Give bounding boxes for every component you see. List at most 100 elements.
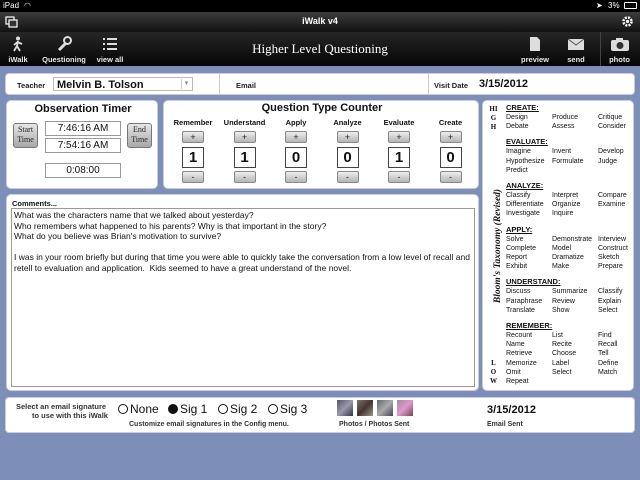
start-time-value: 7:46:16 AM xyxy=(45,121,121,136)
questioning-button[interactable]: Questioning xyxy=(40,32,88,66)
signature-radio-none[interactable]: None xyxy=(118,402,159,416)
bloom-verb: Organize xyxy=(552,201,581,209)
radio-label: Sig 1 xyxy=(180,402,208,416)
bloom-verb: Define xyxy=(598,359,619,367)
list-icon xyxy=(103,38,117,50)
bloom-verb: Classify xyxy=(598,288,623,296)
signature-radio-sig-1[interactable]: Sig 1 xyxy=(168,402,207,416)
bloom-heading: UNDERSTAND: xyxy=(506,277,561,287)
bloom-verb: Prepare xyxy=(598,263,623,271)
bloom-verb: Consider xyxy=(598,123,627,131)
bloom-verb: Repeat xyxy=(506,378,529,385)
bloom-verb: Produce xyxy=(552,114,579,121)
bloom-verb: Examine xyxy=(598,201,626,209)
bloom-verb: Formulate xyxy=(552,157,584,165)
bloom-verb: Exhibit xyxy=(506,263,528,271)
increment-create-button[interactable]: + xyxy=(439,131,462,143)
header-panel: Teacher Melvin B. Tolson ▾ Email Visit D… xyxy=(5,73,635,95)
count-evaluate: 1 xyxy=(388,147,410,168)
decrement-apply-button[interactable]: - xyxy=(285,171,307,183)
bloom-verb: Label xyxy=(552,359,570,367)
bloom-verb: Demonstrate xyxy=(552,235,593,243)
view-all-button[interactable]: view all xyxy=(94,32,126,66)
timer-title: Observation Timer xyxy=(34,103,132,115)
decrement-analyze-button[interactable]: - xyxy=(336,171,359,183)
comments-label: Comments... xyxy=(12,199,58,208)
elapsed-time-value: 0:08:00 xyxy=(45,163,121,178)
gear-icon[interactable] xyxy=(621,15,634,28)
bloom-verb: Select xyxy=(552,368,572,376)
decrement-evaluate-button[interactable]: - xyxy=(388,171,410,183)
bloom-heading: CREATE: xyxy=(506,103,539,112)
photos-label: Photos / Photos Sent xyxy=(339,421,410,428)
end-time-value: 7:54:16 AM xyxy=(45,138,121,153)
bloom-verb: Make xyxy=(552,263,570,271)
bloom-verb: Report xyxy=(506,254,528,261)
radio-circle-icon xyxy=(168,404,178,414)
bloom-verb: Find xyxy=(598,332,612,339)
question-counter-panel: Question Type Counter Remember +1 - Underst… xyxy=(163,100,479,189)
preview-button[interactable]: preview xyxy=(519,32,551,66)
increment-understand-button[interactable]: + xyxy=(233,131,256,143)
end-time-button[interactable]: End Time xyxy=(127,123,152,148)
end-label-line1: End xyxy=(133,125,146,134)
teacher-select[interactable]: Melvin B. Tolson ▾ xyxy=(53,77,193,91)
bloom-verb: Complete xyxy=(506,244,536,252)
bloom-verb: Tell xyxy=(598,350,609,358)
bloom-verb: Choose xyxy=(552,350,577,358)
iwalk-label: iWalk xyxy=(8,55,28,64)
photo-button[interactable]: photo xyxy=(600,32,638,66)
photo-label: photo xyxy=(609,55,630,64)
comments-panel: Comments... What was the characters name… xyxy=(6,194,479,391)
bloom-verb: Debate xyxy=(506,123,529,131)
send-label: send xyxy=(567,55,585,64)
decrement-create-button[interactable]: - xyxy=(439,171,462,183)
envelope-icon xyxy=(567,38,585,50)
bloom-verb: Compare xyxy=(598,192,627,199)
photo-thumbnail[interactable] xyxy=(357,400,373,416)
decrement-remember-button[interactable]: - xyxy=(182,171,204,183)
photo-thumbnail[interactable] xyxy=(377,400,393,416)
bloom-verb: Name xyxy=(506,341,525,349)
send-button[interactable]: send xyxy=(560,32,592,66)
photo-thumbnail[interactable] xyxy=(337,400,353,416)
counter-label-understand: Understand xyxy=(223,118,266,127)
increment-analyze-button[interactable]: + xyxy=(336,131,359,143)
increment-evaluate-button[interactable]: + xyxy=(388,131,410,143)
counter-label-analyze: Analyze xyxy=(333,118,362,127)
photo-thumbnail[interactable] xyxy=(397,400,413,416)
bloom-vertical-title: Bloom's Taxonomy (Revised) xyxy=(493,188,503,304)
bloom-verb: Sketch xyxy=(598,254,620,261)
comments-textarea[interactable]: What was the characters name that we tal… xyxy=(11,208,475,387)
bloom-verb: Paraphrase xyxy=(506,297,543,305)
signature-radio-sig-3[interactable]: Sig 3 xyxy=(268,402,307,416)
bloom-verb: Discuss xyxy=(506,288,531,296)
count-create: 0 xyxy=(439,147,462,168)
footer-panel: Select an email signature to use with th… xyxy=(5,397,635,433)
config-note: Customize email signatures in the Config… xyxy=(129,421,289,428)
footer-date: 3/15/2012 xyxy=(487,404,536,416)
start-time-button[interactable]: Start Time xyxy=(13,123,38,148)
questioning-label: Questioning xyxy=(42,55,86,64)
bloom-verb: Translate xyxy=(506,306,535,314)
bloom-verb: Design xyxy=(506,114,528,121)
bloom-verb: Judge xyxy=(598,157,618,165)
page-title: Higher Level Questioning xyxy=(252,41,388,56)
bloom-verb: Memorize xyxy=(506,359,537,367)
low-label: LOW xyxy=(490,359,497,385)
bloom-verb: Recall xyxy=(598,341,618,349)
increment-apply-button[interactable]: + xyxy=(285,131,307,143)
start-label-line2: Time xyxy=(17,135,34,144)
increment-remember-button[interactable]: + xyxy=(182,131,204,143)
radio-label: None xyxy=(130,402,159,416)
counter-label-remember: Remember xyxy=(173,118,213,127)
bloom-verb: Interview xyxy=(598,235,627,243)
iwalk-button[interactable]: iWalk xyxy=(4,32,32,66)
signature-radio-sig-2[interactable]: Sig 2 xyxy=(218,402,257,416)
bloom-verb: Imagine xyxy=(506,148,531,156)
sig-prompt-line1: Select an email signature xyxy=(16,402,107,411)
visit-date-value[interactable]: 3/15/2012 xyxy=(479,78,528,90)
decrement-understand-button[interactable]: - xyxy=(233,171,256,183)
bloom-verb: Recite xyxy=(552,341,572,349)
bloom-verb: Show xyxy=(552,306,570,314)
